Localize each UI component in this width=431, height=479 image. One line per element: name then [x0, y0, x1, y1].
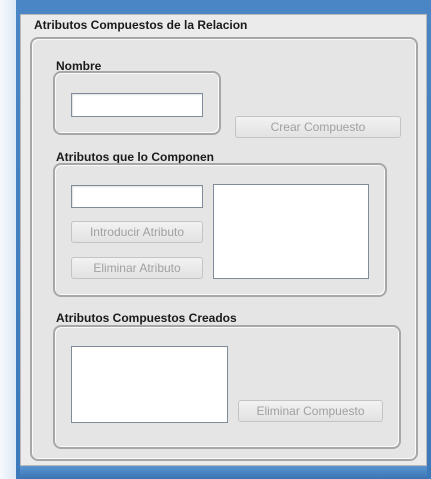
atributo-input[interactable] [71, 185, 203, 208]
window-bottom-border [20, 466, 427, 479]
creados-group-title: Atributos Compuestos Creados [56, 311, 237, 325]
componentes-list[interactable] [213, 184, 369, 279]
desktop-background [0, 0, 16, 479]
crear-compuesto-button[interactable]: Crear Compuesto [235, 116, 401, 138]
eliminar-compuesto-button[interactable]: Eliminar Compuesto [238, 400, 383, 422]
composite-attributes-window: Atributos Compuestos de la Relacion Nomb… [20, 14, 427, 466]
nombre-input[interactable] [71, 93, 203, 117]
componentes-group-title: Atributos que lo Componen [56, 150, 214, 164]
introducir-atributo-button[interactable]: Introducir Atributo [71, 221, 203, 243]
eliminar-atributo-button[interactable]: Eliminar Atributo [71, 257, 203, 279]
main-group-title: Atributos Compuestos de la Relacion [34, 18, 248, 32]
compuestos-creados-list[interactable] [71, 346, 228, 423]
